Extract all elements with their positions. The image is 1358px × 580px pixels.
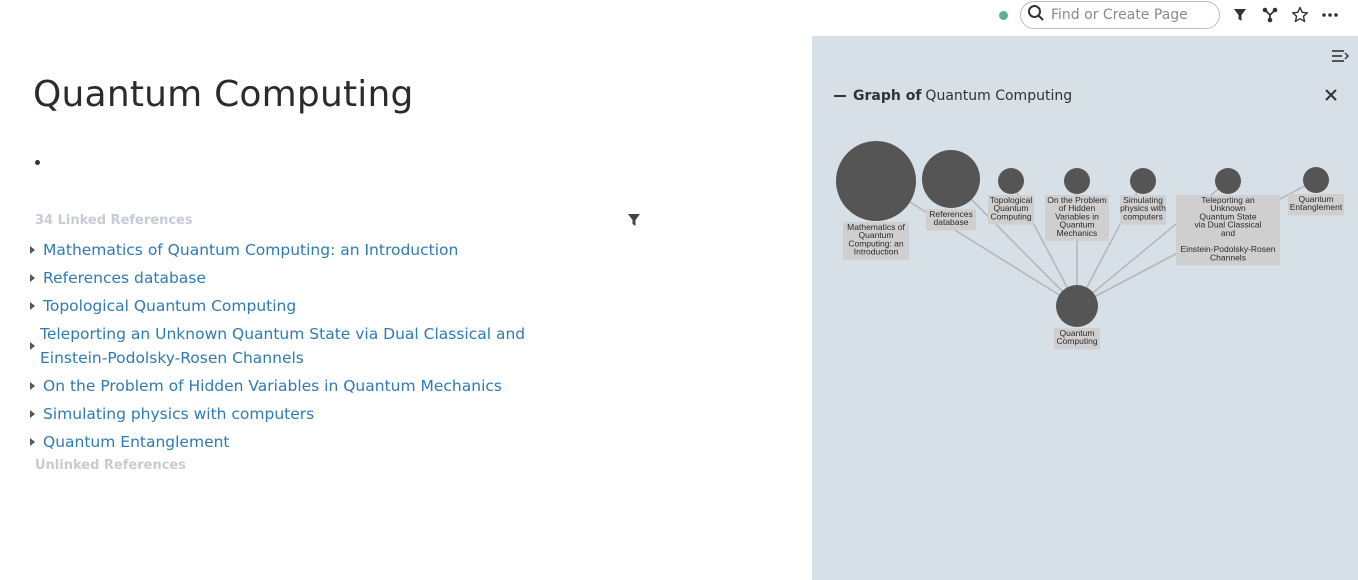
graph-of-label: Graph of [853,88,922,104]
reference-link[interactable]: Mathematics of Quantum Computing: an Int… [43,241,458,259]
graph-node-math[interactable]: Mathematics of Quantum Computing: an Introd… [836,141,916,260]
filter-icon[interactable] [1230,5,1250,25]
linked-reference-item[interactable]: On the Problem of Hidden Variables in Qu… [28,372,598,400]
linked-reference-item[interactable]: References database [28,264,598,292]
collapse-icon[interactable] [834,95,846,97]
linked-reference-item[interactable]: Teleporting an Unknown Quantum State via… [28,320,598,372]
linked-reference-item[interactable]: Quantum Entanglement [28,428,598,456]
search-input[interactable] [1051,7,1201,23]
graph-node-label: Simulating physics with computers [1120,195,1166,221]
right-sidebar: Mathematics of Quantum Computing: an Introd… [812,36,1358,580]
linked-reference-item[interactable]: Topological Quantum Computing [28,292,598,320]
search-box[interactable] [1020,1,1220,29]
graph-node-tele[interactable]: Teleporting an Unknown Quantum State via Du… [1176,168,1280,266]
caret-right-icon[interactable] [30,438,35,446]
reference-link[interactable]: On the Problem of Hidden Variables in Qu… [43,377,502,395]
linked-references-list: Mathematics of Quantum Computing: an Int… [28,236,598,456]
graph-node-circle[interactable] [1215,168,1241,194]
references-filter-icon[interactable] [627,213,643,229]
linked-reference-item[interactable]: Simulating physics with computers [28,400,598,428]
graph-icon[interactable] [1260,5,1280,25]
more-icon[interactable] [1320,5,1340,25]
reference-link[interactable]: References database [43,269,206,287]
graph-node-hidden[interactable]: On the Problem of Hidden Variables in Quant… [1045,168,1109,241]
graph-node-circle[interactable] [1064,168,1090,194]
graph-node-circle[interactable] [998,168,1024,194]
caret-right-icon[interactable] [30,342,35,350]
graph-node-circle[interactable] [922,150,980,208]
graph-node-refs[interactable]: References database [922,150,980,231]
graph-page-title[interactable]: Quantum Computing [925,88,1072,104]
search-icon [1027,4,1045,27]
linked-reference-item[interactable]: Mathematics of Quantum Computing: an Int… [28,236,598,264]
graph-node-circle[interactable] [1303,167,1329,193]
graph-node-circle[interactable] [836,141,916,221]
graph-panel-header: Graph of Quantum Computing [834,88,1072,104]
reference-link[interactable]: Teleporting an Unknown Quantum State via… [40,322,590,370]
graph-node-label: Mathematics of Quantum Computing: an Introd… [847,222,905,257]
reference-link[interactable]: Simulating physics with computers [43,405,314,423]
reference-link[interactable]: Quantum Entanglement [43,433,230,451]
graph-node-circle[interactable] [1056,285,1098,327]
page-title[interactable]: Quantum Computing [33,74,414,115]
caret-right-icon[interactable] [30,246,35,254]
graph-node-circle[interactable] [1130,168,1156,194]
block-bullet[interactable] [35,160,40,165]
graph-node-center[interactable]: Quantum Computing [1054,285,1100,350]
graph-node-label: References database [929,209,972,227]
main-page: Quantum Computing 34 Linked References M… [0,30,812,580]
caret-right-icon[interactable] [30,410,35,418]
unlinked-references-header[interactable]: Unlinked References [35,458,186,473]
graph-node-sim[interactable]: Simulating physics with computers [1120,168,1166,225]
top-bar [999,0,1358,30]
close-icon[interactable] [1324,88,1338,102]
caret-right-icon[interactable] [30,302,35,310]
reference-link[interactable]: Topological Quantum Computing [43,297,296,315]
caret-right-icon[interactable] [30,274,35,282]
page-graph[interactable]: Mathematics of Quantum Computing: an Introd… [812,36,1358,580]
sidebar-toggle-icon[interactable] [1330,48,1350,64]
graph-node-label: Topological Quantum Computing [990,195,1033,221]
linked-references-header: 34 Linked References [35,213,193,228]
graph-node-label: Quantum Computing [1056,328,1097,346]
sync-status-dot [999,10,1008,20]
caret-right-icon[interactable] [30,382,35,390]
graph-node-topo[interactable]: Topological Quantum Computing [988,168,1034,225]
star-icon[interactable] [1290,5,1310,25]
